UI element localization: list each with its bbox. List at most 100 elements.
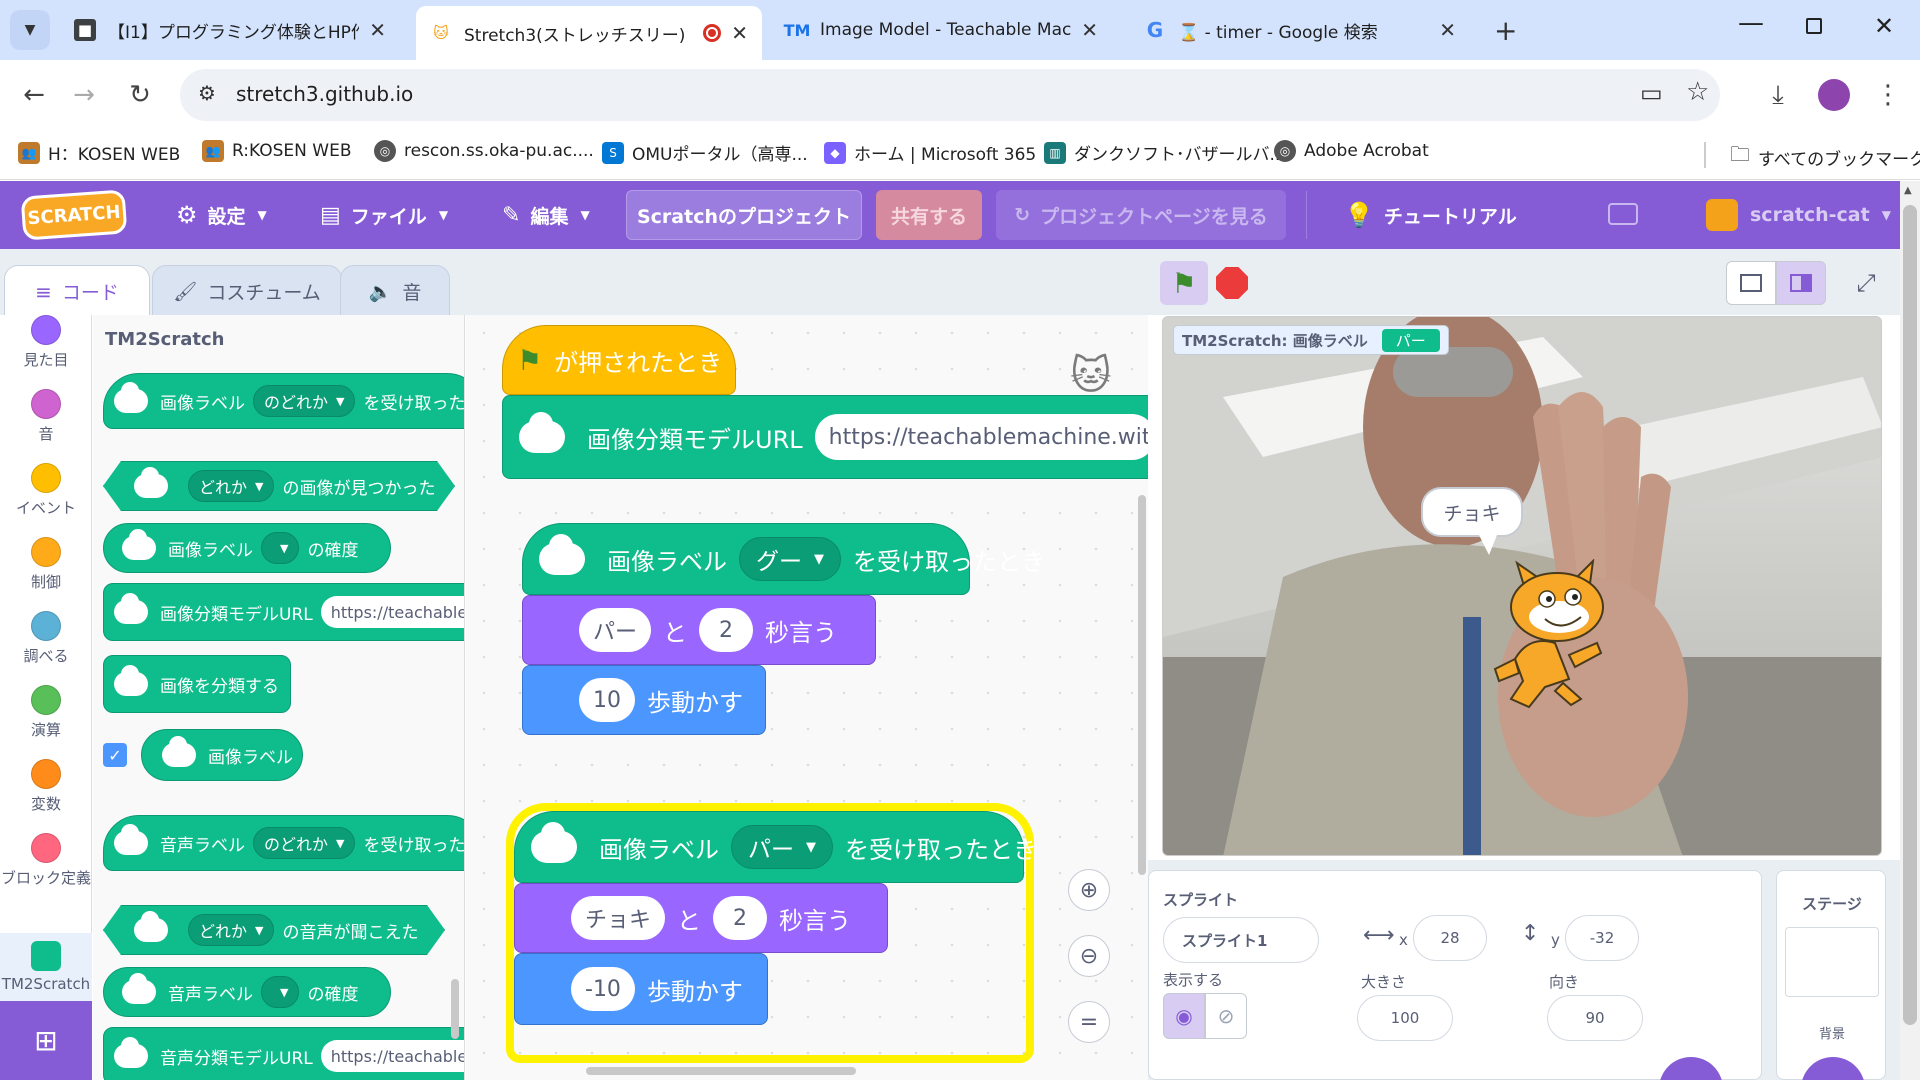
stage-selector[interactable]: ステージ 背景: [1776, 870, 1886, 1080]
block-image-model-url[interactable]: 画像分類モデルURLhttps://teachablem: [103, 583, 464, 641]
scrollbar-thumb[interactable]: [1903, 205, 1917, 1025]
image-model-url-block[interactable]: 画像分類モデルURL https://teachablemachine.withg: [502, 395, 1148, 479]
secs-input[interactable]: 2: [699, 608, 754, 652]
say-text-input[interactable]: チョキ: [571, 896, 666, 940]
tab-costume[interactable]: 🖌 コスチューム: [152, 265, 342, 317]
say-for-secs-block[interactable]: チョキと 2 秒言う: [514, 883, 888, 953]
close-tab-icon[interactable]: ✕: [1081, 18, 1098, 42]
tab-code[interactable]: ≡ コード: [4, 265, 150, 317]
browser-tab-3[interactable]: TM Image Model - Teachable Mach ✕: [772, 8, 1112, 52]
size-input[interactable]: 100: [1357, 995, 1453, 1041]
bookmark-7[interactable]: ◎ Adobe Acrobat: [1274, 140, 1429, 162]
script-vertical-scrollbar[interactable]: [1138, 495, 1146, 875]
normal-stage-button[interactable]: [1776, 261, 1826, 305]
label-dropdown[interactable]: パー: [731, 825, 833, 869]
category-sensing[interactable]: 調べる: [0, 611, 92, 666]
scratch-logo[interactable]: SCRATCH: [20, 189, 128, 241]
my-stuff-folder-icon[interactable]: [1608, 203, 1638, 225]
block-sound-heard[interactable]: どれかの音声が聞こえた: [103, 905, 445, 955]
bookmark-2[interactable]: 👥 R:KOSEN WEB: [202, 140, 351, 162]
tab-sound[interactable]: 🔈 音: [340, 265, 450, 317]
tab-search-button[interactable]: ▼: [10, 10, 50, 50]
browser-tab-2[interactable]: 🐱 Stretch3(ストレッチスリー) ✕: [416, 6, 762, 60]
small-stage-button[interactable]: [1726, 261, 1776, 305]
hide-sprite-button[interactable]: ⊘: [1205, 993, 1247, 1039]
block-image-confidence[interactable]: 画像ラベルの確度: [103, 523, 391, 573]
new-tab-button[interactable]: +: [1494, 14, 1517, 47]
image-label-checkbox[interactable]: ✓: [103, 743, 127, 767]
x-input[interactable]: 28: [1413, 915, 1487, 961]
say-text-input[interactable]: パー: [579, 608, 652, 652]
maximize-button[interactable]: [1806, 18, 1822, 34]
category-sound[interactable]: 音: [0, 389, 92, 444]
close-tab-icon[interactable]: ✕: [369, 18, 386, 42]
bookmark-1[interactable]: 👥 H：KOSEN WEB: [18, 140, 180, 165]
close-tab-icon[interactable]: ✕: [1439, 18, 1456, 42]
browser-tab-4[interactable]: G ⌛ - timer - Google 検索 ✕: [1130, 8, 1470, 52]
bookmark-6[interactable]: ▥ ダンクソフト･バザールバ...: [1044, 140, 1286, 165]
project-page-button[interactable]: ↻ プロジェクトページを見る: [996, 190, 1286, 240]
settings-menu[interactable]: ⚙ 設定 ▼: [176, 181, 267, 249]
label-dropdown[interactable]: のどれか: [253, 385, 356, 417]
bookmark-4[interactable]: S OMUポータル（高専...: [602, 140, 808, 165]
close-tab-icon[interactable]: ✕: [731, 21, 748, 45]
site-info-icon[interactable]: ⚙: [198, 81, 216, 105]
block-classify-image[interactable]: 画像を分類する: [103, 655, 291, 713]
file-menu[interactable]: ▤ ファイル ▼: [320, 181, 448, 249]
steps-input[interactable]: -10: [571, 967, 635, 1011]
block-sound-model-url[interactable]: 音声分類モデルURLhttps://teachablem: [103, 1027, 464, 1080]
label-dropdown[interactable]: どれか: [188, 470, 274, 502]
zoom-out-button[interactable]: ⊖: [1068, 935, 1110, 977]
category-variables[interactable]: 変数: [0, 759, 92, 814]
all-bookmarks[interactable]: 🗀 すべてのブックマーク: [1730, 140, 1920, 174]
label-dropdown[interactable]: のどれか: [253, 827, 356, 859]
script-area[interactable]: ⚑ が押されたとき 画像分類モデルURL https://teachablemach…: [466, 315, 1148, 1080]
camera-icon[interactable]: ▭: [1640, 79, 1663, 107]
category-my-blocks[interactable]: ブロック定義: [0, 833, 92, 888]
url-input[interactable]: https://teachablem: [320, 1040, 464, 1072]
back-button[interactable]: ←: [16, 77, 52, 113]
direction-input[interactable]: 90: [1547, 995, 1643, 1041]
download-button[interactable]: ⤓: [1760, 77, 1796, 113]
stage-thumbnail[interactable]: [1785, 927, 1879, 997]
say-for-secs-block[interactable]: パーと 2 秒言う: [522, 595, 876, 665]
add-extension-button[interactable]: ⊞: [0, 1001, 92, 1080]
page-vertical-scrollbar[interactable]: ▲: [1900, 181, 1920, 1080]
when-flag-clicked-block[interactable]: ⚑ が押されたとき: [502, 325, 736, 395]
category-operators[interactable]: 演算: [0, 685, 92, 740]
zoom-reset-button[interactable]: =: [1068, 1001, 1110, 1043]
move-steps-block[interactable]: -10 歩動かす: [514, 953, 768, 1025]
model-url-input[interactable]: https://teachablemachine.withg: [814, 414, 1148, 460]
browser-tab-1[interactable]: ■ 【I1】プログラミング体験とHP作成実 ✕: [60, 8, 400, 52]
bookmark-star-icon[interactable]: ☆: [1686, 77, 1709, 107]
label-dropdown[interactable]: どれか: [188, 914, 274, 946]
project-title-input[interactable]: Scratchのプロジェクト: [626, 190, 862, 240]
menu-button[interactable]: ⋮: [1870, 77, 1906, 113]
sprite-name-input[interactable]: スプライト1: [1163, 917, 1319, 963]
script-horizontal-scrollbar[interactable]: [586, 1067, 856, 1075]
add-backdrop-button[interactable]: [1801, 1057, 1865, 1080]
stage-canvas[interactable]: TM2Scratch: 画像ラベル パー チョキ: [1162, 316, 1882, 856]
block-when-sound-label[interactable]: 音声ラベルのどれかを受け取った: [103, 815, 464, 871]
y-input[interactable]: -32: [1565, 915, 1639, 961]
category-events[interactable]: イベント: [0, 463, 92, 518]
green-flag-button[interactable]: ⚑: [1160, 261, 1208, 305]
add-sprite-button[interactable]: [1659, 1057, 1723, 1080]
profile-avatar[interactable]: [1818, 79, 1850, 111]
user-menu[interactable]: scratch-cat ▼: [1706, 181, 1891, 249]
share-button[interactable]: 共有する: [876, 190, 982, 240]
category-looks[interactable]: 見た目: [0, 315, 92, 370]
close-window-button[interactable]: ✕: [1874, 12, 1894, 40]
zoom-in-button[interactable]: ⊕: [1068, 869, 1110, 911]
label-dropdown[interactable]: [261, 976, 300, 1008]
scroll-up-icon[interactable]: ▲: [1904, 185, 1912, 196]
stop-button[interactable]: [1216, 267, 1248, 299]
fullscreen-button[interactable]: ⤢: [1844, 261, 1888, 305]
edit-menu[interactable]: ✎ 編集 ▼: [502, 181, 590, 249]
block-image-label-reporter[interactable]: 画像ラベル: [141, 729, 303, 781]
tutorial-button[interactable]: 💡 チュートリアル: [1344, 181, 1517, 249]
label-dropdown[interactable]: グー: [739, 537, 841, 581]
block-when-image-label[interactable]: 画像ラベルのどれかを受け取った: [103, 373, 464, 429]
scratch-cat-sprite[interactable]: [1485, 559, 1615, 709]
show-sprite-button[interactable]: ◉: [1163, 993, 1205, 1039]
